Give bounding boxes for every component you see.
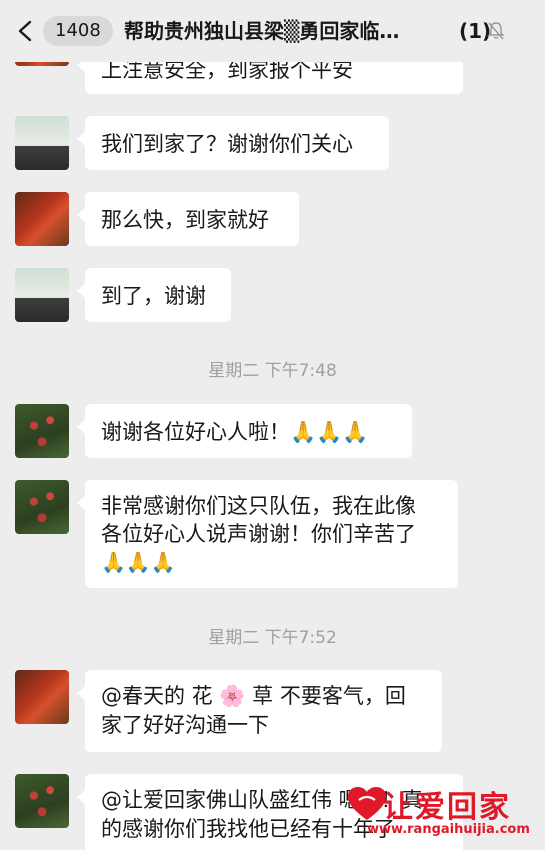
watermark-url: www.rangaihuijia.com <box>367 822 530 837</box>
chat-header: 1408 帮助贵州独山县梁▒勇回家临… (1) <box>0 0 545 62</box>
message-text: 到了，谢谢 <box>101 284 206 308</box>
unread-count-badge[interactable]: 1408 <box>43 16 113 46</box>
timestamp: 星期二 下午7:48 <box>208 361 337 381</box>
message-bubble[interactable]: 非常感谢你们这只队伍，我在此像 各位好心人说声谢谢！你们辛苦了 🙏🙏🙏 <box>77 480 458 588</box>
message-text: 那么快，到家就好 <box>101 208 269 232</box>
message-text: 我们到家了？谢谢你们关心 <box>101 132 353 156</box>
avatar[interactable] <box>15 268 69 322</box>
message-bubble[interactable]: 我们到家了？谢谢你们关心 <box>77 116 389 170</box>
message-bubble[interactable]: 那么快，到家就好 <box>77 192 299 246</box>
message-text-line: 🙏🙏🙏 <box>101 550 176 574</box>
message-bubble[interactable]: 到了，谢谢 <box>77 268 231 322</box>
chat-area[interactable]: 上注意安全，到家报个平安 我们到家了？谢谢你们关心 那么快，到家就好 到了，谢谢… <box>0 0 545 850</box>
mute-bell-icon <box>487 22 505 40</box>
message-bubble[interactable]: @春天的 花 🌸 草 不要客气，回 家了好好沟通一下 <box>77 670 442 752</box>
message-bubble[interactable]: 谢谢各位好心人啦！🙏🙏🙏 <box>77 404 412 458</box>
message-text-line: 家了好好沟通一下 <box>101 713 269 737</box>
message-text-line: 各位好心人说声谢谢！你们辛苦了 <box>101 522 416 546</box>
watermark-logo: 让爱回家 www.rangaihuijia.com <box>345 776 545 850</box>
timestamp: 星期二 下午7:52 <box>208 628 337 648</box>
chevron-left-icon[interactable] <box>16 20 36 42</box>
avatar[interactable] <box>15 116 69 170</box>
heart-logo-icon <box>348 787 386 820</box>
avatar[interactable] <box>15 404 69 458</box>
message-text: 谢谢各位好心人啦！🙏🙏🙏 <box>101 420 369 444</box>
message-text-line: @春天的 花 🌸 草 不要客气，回 <box>101 684 406 708</box>
avatar[interactable] <box>15 480 69 534</box>
watermark-title: 让爱回家 <box>383 790 511 825</box>
avatar[interactable] <box>15 774 69 828</box>
message-text-line: 非常感谢你们这只队伍，我在此像 <box>101 494 416 518</box>
avatar[interactable] <box>15 192 69 246</box>
avatar[interactable] <box>15 670 69 724</box>
chat-title: 帮助贵州独山县梁▒勇回家临… <box>124 19 400 43</box>
